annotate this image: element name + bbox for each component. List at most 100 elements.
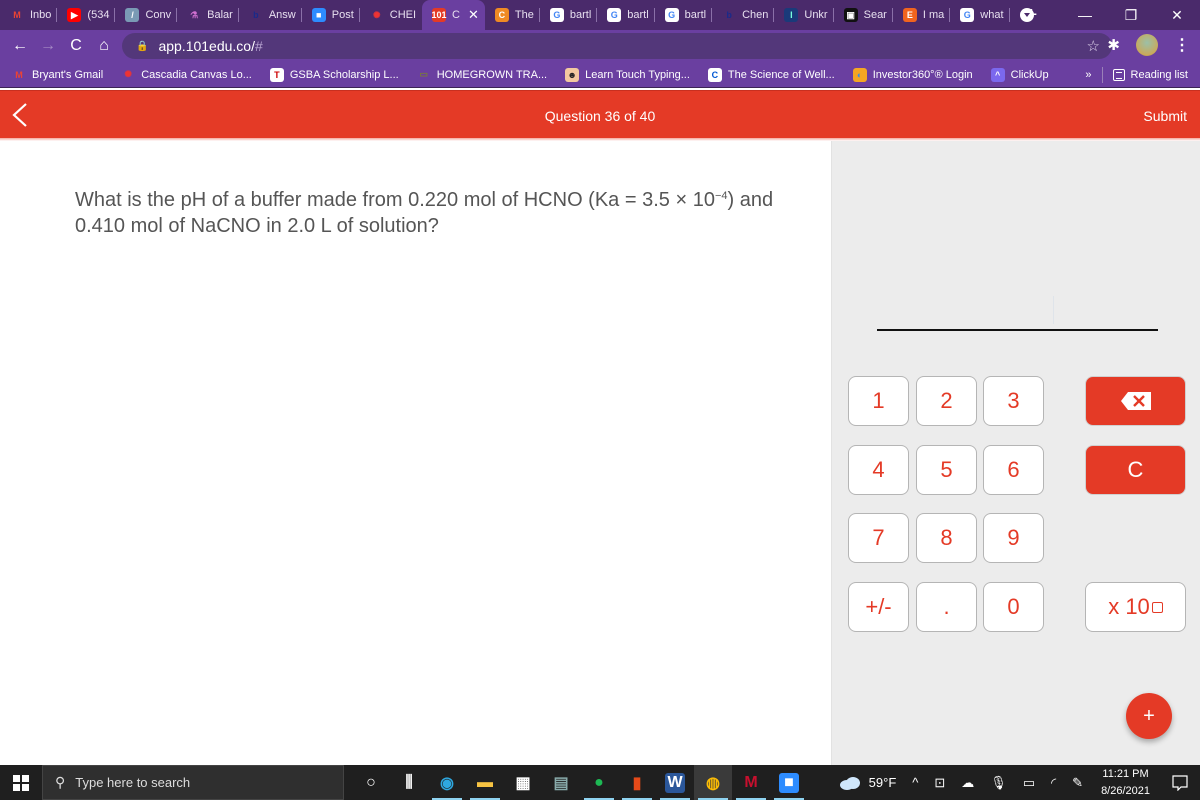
bookmark-star-icon[interactable]: ☆ [1087, 37, 1100, 55]
taskbar-app[interactable]: ▤ [542, 765, 580, 800]
bookmark-item[interactable]: ▭ HOMEGROWN TRA... [417, 68, 547, 82]
clock-time: 11:21 PM [1102, 767, 1149, 780]
taskbar-app[interactable]: M [732, 765, 770, 800]
show-hidden-icons-chevron[interactable]: ^ [912, 775, 918, 790]
clock-date: 8/26/2021 [1101, 784, 1150, 797]
bookmarks-overflow-chevron[interactable]: » [1085, 69, 1091, 81]
key-7[interactable]: 7 [848, 513, 909, 563]
convert-icon: / [125, 8, 140, 22]
forward-arrow-icon[interactable]: → [34, 37, 62, 55]
taskbar-app[interactable]: ○ [352, 765, 390, 800]
key-6[interactable]: 6 [983, 445, 1044, 495]
wifi-icon[interactable]: ◜ [1051, 775, 1056, 791]
start-button[interactable] [0, 765, 42, 800]
backspace-button[interactable] [1085, 376, 1186, 426]
browser-tab[interactable]: ▶ (534 [57, 0, 116, 30]
key-4[interactable]: 4 [848, 445, 909, 495]
minimize-button[interactable]: — [1062, 7, 1108, 23]
browser-tab[interactable]: ✺ CHEI [360, 0, 422, 30]
key-3[interactable]: 3 [983, 376, 1044, 426]
address-bar[interactable]: 🔒 app.101edu.co/# ☆ [122, 33, 1112, 59]
google-icon: G [607, 8, 622, 22]
tab-search-icon[interactable] [1020, 8, 1034, 22]
chrome-icon: ◍ [706, 774, 720, 792]
key-0[interactable]: 0 [983, 582, 1044, 632]
bookmark-item[interactable]: ^ ClickUp [990, 67, 1049, 82]
bookmark-item[interactable]: M Bryant's Gmail [12, 68, 103, 82]
key-8[interactable]: 8 [916, 513, 977, 563]
browser-tab[interactable]: I Unkr [774, 0, 834, 30]
tab-title: Post [331, 9, 354, 21]
browser-menu-icon[interactable]: ⋮ [1174, 35, 1190, 55]
pen-icon[interactable]: ✎ [1072, 775, 1083, 791]
submit-button[interactable]: Submit [1143, 108, 1187, 124]
answer-input[interactable] [877, 291, 1158, 331]
back-arrow-icon[interactable]: ← [6, 37, 34, 55]
taskbar-clock[interactable]: 11:21 PM 8/26/2021 [1101, 766, 1150, 800]
zoom-app-icon: ■ [779, 772, 799, 793]
browser-tab[interactable]: Gbartl [655, 0, 713, 30]
taskbar-search[interactable]: ⚲ Type here to search [42, 765, 344, 800]
taskbar-app[interactable]: ● [580, 765, 618, 800]
profile-avatar[interactable] [1136, 34, 1158, 56]
bookmark-item[interactable]: ✺ Cascadia Canvas Lo... [121, 68, 252, 82]
browser-tab[interactable]: b Chen [712, 0, 775, 30]
restore-button[interactable]: ❐ [1108, 7, 1154, 24]
key-1[interactable]: 1 [848, 376, 909, 426]
home-icon[interactable]: ⌂ [90, 37, 118, 55]
exponent-placeholder-icon [1151, 601, 1163, 613]
browser-tab[interactable]: / Conv [115, 0, 177, 30]
key-5[interactable]: 5 [916, 445, 977, 495]
microphone-icon[interactable]: 🎙 [990, 775, 1007, 791]
bookmark-item[interactable]: T GSBA Scholarship L... [269, 67, 399, 82]
taskbar-app[interactable]: ▮ [618, 765, 656, 800]
browser-tab[interactable]: Gbartl [540, 0, 598, 30]
key-9[interactable]: 9 [983, 513, 1044, 563]
clear-button[interactable]: C [1085, 445, 1186, 495]
browser-tab[interactable]: C The [485, 0, 540, 30]
office-icon: ▮ [632, 774, 642, 792]
taskbar-app[interactable]: ▬ [466, 765, 504, 800]
browser-tab[interactable]: Gwhat [950, 0, 1010, 30]
browser-tab[interactable]: Gbartl [597, 0, 656, 30]
investor360-icon: ◐ [852, 67, 867, 82]
weather-widget[interactable]: 59°F [839, 775, 896, 790]
browser-tab[interactable]: ▣ Sear [834, 0, 894, 30]
extensions-puzzle-icon[interactable]: ✱ [1107, 36, 1120, 54]
reading-list-button[interactable]: Reading list [1131, 69, 1188, 81]
browser-tab[interactable]: M Inbo [0, 0, 58, 30]
taskbar-app[interactable]: ■ [770, 765, 808, 800]
battery-icon[interactable]: ▭ [1023, 775, 1035, 791]
scientific-notation-button[interactable]: x 10 [1085, 582, 1186, 632]
taskbar-app[interactable]: ⫼ [390, 765, 428, 800]
plus-minus-button[interactable]: +/- [848, 582, 909, 632]
taskbar-app[interactable]: W [656, 765, 694, 800]
taskbar-app[interactable]: ◉ [428, 765, 466, 800]
browser-tab[interactable]: b Answ [239, 0, 302, 30]
bookmark-item[interactable]: ☻ Learn Touch Typing... [565, 67, 690, 82]
browser-tab[interactable]: ■ Post [302, 0, 360, 30]
google-icon: G [549, 8, 564, 22]
reading-list-icon [1112, 69, 1125, 81]
onedrive-cloud-icon[interactable]: ☁ [961, 775, 974, 791]
backspace-icon [1120, 392, 1151, 410]
notifications-icon[interactable] [1160, 774, 1200, 791]
cortana-icon: ○ [366, 773, 376, 791]
meet-now-icon[interactable]: ⊡ [934, 775, 945, 791]
bookmark-item[interactable]: ◐ Investor360°® Login [852, 67, 973, 82]
close-window-button[interactable]: ✕ [1154, 7, 1200, 24]
taskbar-app[interactable]: ▦ [504, 765, 542, 800]
close-tab-icon[interactable]: ✕ [468, 7, 479, 23]
bookmark-label: Cascadia Canvas Lo... [141, 68, 252, 81]
taskbar-app[interactable]: ◍ [694, 765, 732, 800]
browser-tab[interactable]: 101 C ✕ [422, 0, 485, 30]
bookmark-item[interactable]: C The Science of Well... [707, 67, 835, 82]
decimal-button[interactable]: . [916, 582, 977, 632]
add-fab-button[interactable]: + [1126, 693, 1172, 739]
reload-icon[interactable]: C [62, 37, 90, 55]
tab-title: bartl [569, 9, 592, 21]
browser-tab[interactable]: ⚗ Balar [177, 0, 239, 30]
key-2[interactable]: 2 [916, 376, 977, 426]
search-site-icon: ▣ [843, 8, 858, 22]
browser-tab[interactable]: E I ma [893, 0, 951, 30]
